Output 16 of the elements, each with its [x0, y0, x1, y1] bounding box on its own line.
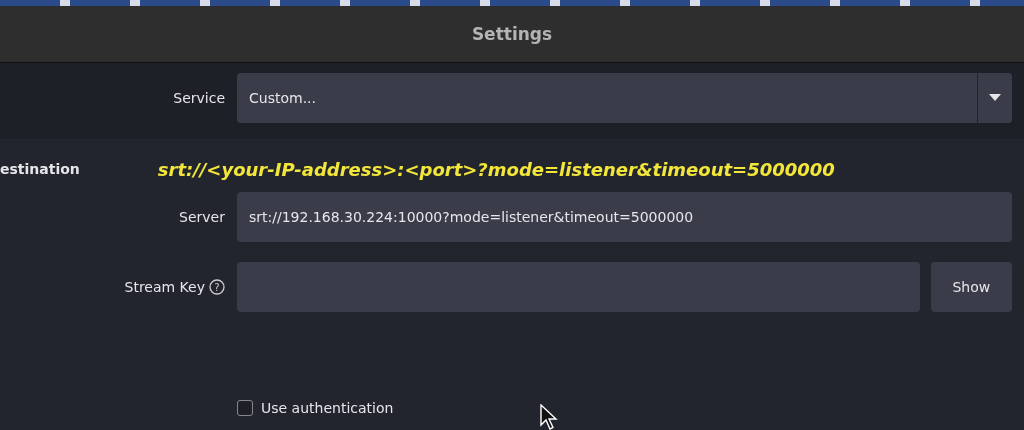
stream-key-field[interactable]: [237, 262, 920, 312]
overlay-caption: srt://<your-IP-address>:<port>?mode=listener&timeout=5000000: [157, 158, 835, 180]
dropdown-value: Custom...: [248, 90, 317, 106]
server-field[interactable]: srt://192.168.30.224:10000?mode=listener&timeout=5000000: [237, 192, 1012, 242]
cursor-icon: [540, 404, 560, 430]
show-button[interactable]: Show: [930, 262, 1012, 312]
service-dropdown[interactable]: Custom...: [237, 73, 1012, 123]
service-label: Service: [173, 90, 225, 106]
stream-key-label: Stream Key: [124, 279, 205, 295]
checkbox-label: Use authentication: [261, 400, 394, 416]
server-label: Server: [179, 209, 225, 225]
section-heading: estination: [0, 161, 80, 177]
window-title: Settings: [471, 24, 553, 44]
help-icon[interactable]: ?: [209, 279, 225, 295]
caret-icon: [989, 94, 1001, 102]
checkbox[interactable]: [237, 400, 253, 416]
